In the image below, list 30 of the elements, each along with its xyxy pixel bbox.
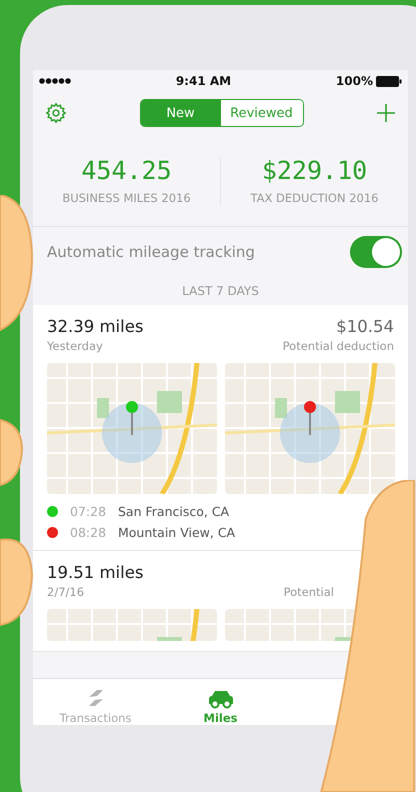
- settings-button[interactable]: [45, 102, 67, 124]
- trip-date: Yesterday: [47, 339, 103, 353]
- stop-place: Mountain View, CA: [118, 525, 236, 540]
- deduction-label: Potential: [284, 585, 334, 599]
- signal-icon: [39, 78, 71, 84]
- stat-value: 454.25: [81, 156, 172, 184]
- stat-label: TAX DEDUCTION 2016: [250, 190, 378, 204]
- trip-miles: 32.39 miles: [47, 317, 144, 336]
- section-header: LAST 7 DAYS: [181, 283, 260, 300]
- clock-time: 9:41 AM: [176, 74, 232, 88]
- trip-miles: 19.51 miles: [47, 563, 144, 582]
- deduction-amount: $10.54: [336, 317, 394, 336]
- settings-icon: [45, 102, 67, 124]
- trip-date: 2/7/16: [47, 585, 84, 599]
- plus-icon: [376, 103, 396, 123]
- add-button[interactable]: [376, 103, 396, 123]
- tracking-label: Automatic mileage tracking: [47, 243, 255, 261]
- battery-percent: 100%: [336, 74, 373, 88]
- stat-value: $229.10: [262, 156, 368, 184]
- stop-place: San Francisco, CA: [118, 504, 230, 519]
- tab-bar-item[interactable]: Miles: [158, 679, 283, 725]
- stat-label: BUSINESS MILES 2016: [62, 190, 191, 204]
- battery-icon: [376, 76, 402, 86]
- stop-time: 07:28: [70, 504, 106, 519]
- deduction-label: Potential deduction: [282, 339, 394, 353]
- stop-time: 08:28: [70, 525, 106, 540]
- tab-bar-item[interactable]: Transactions: [33, 679, 158, 725]
- segment-tab[interactable]: Reviewed: [220, 100, 302, 126]
- segment-tab[interactable]: New: [140, 100, 220, 126]
- tracking-toggle[interactable]: [350, 236, 402, 268]
